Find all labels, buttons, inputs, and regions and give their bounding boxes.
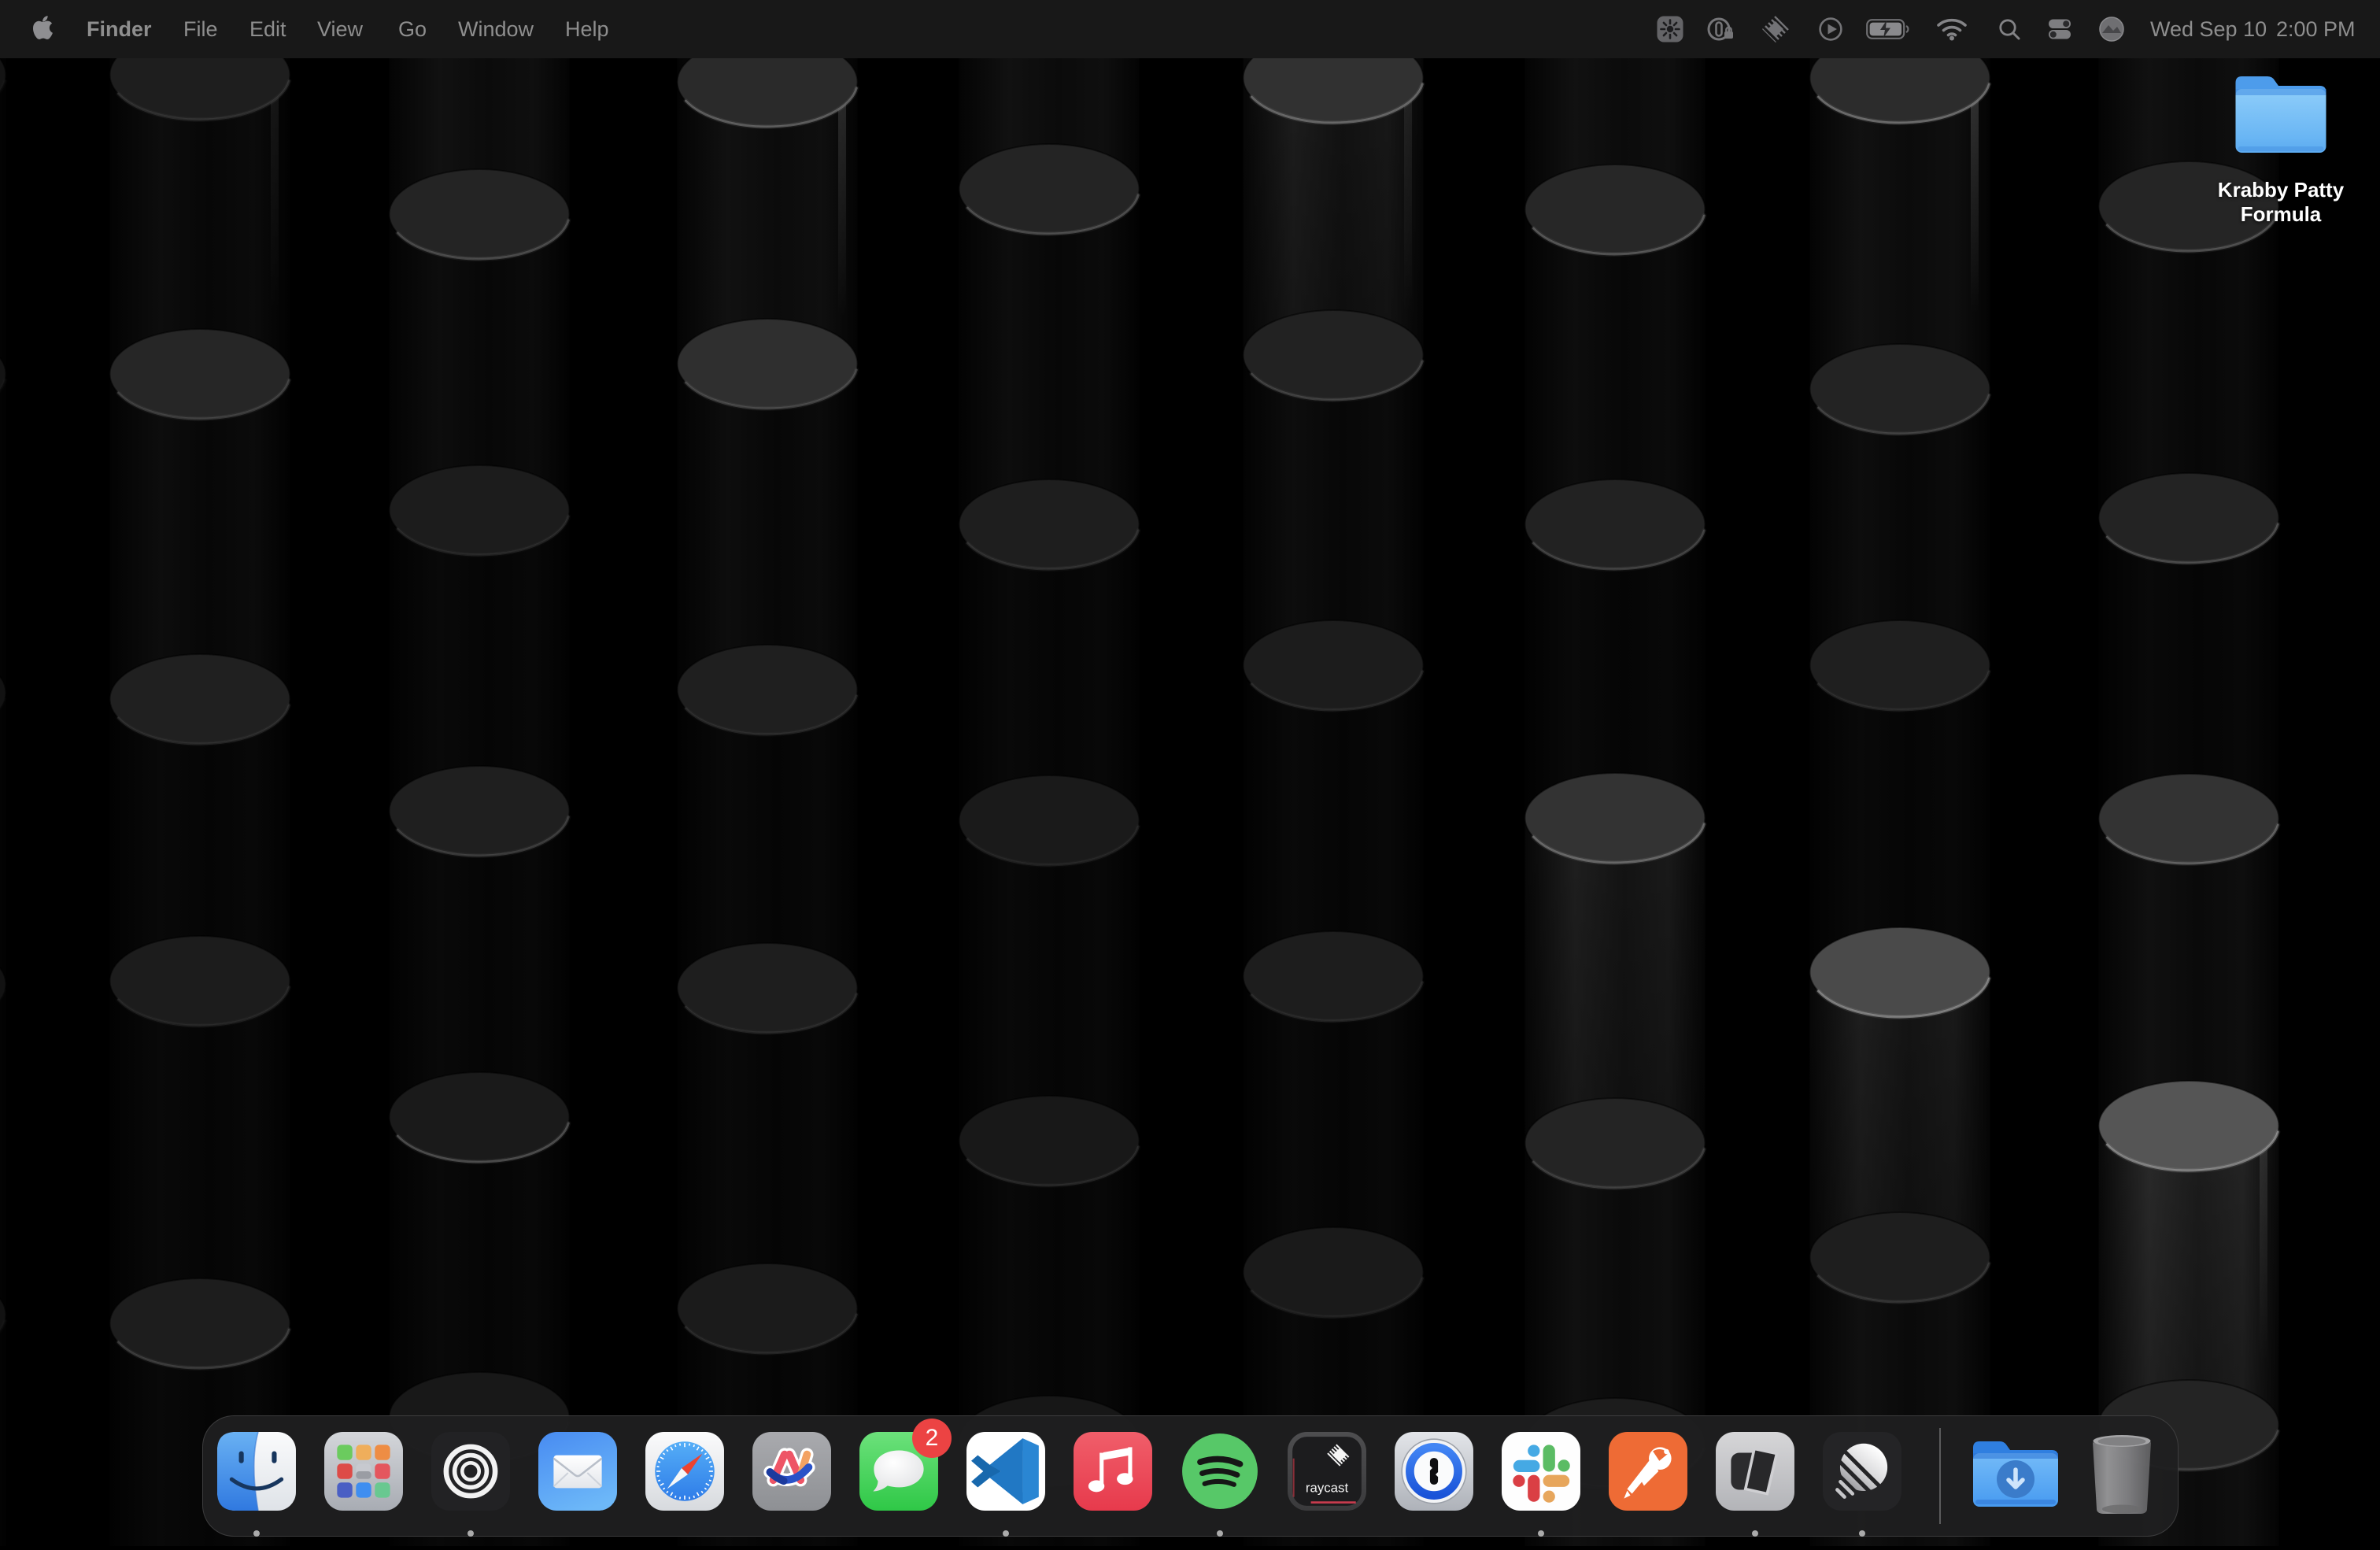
svg-text:raycast: raycast [1306,1481,1349,1496]
